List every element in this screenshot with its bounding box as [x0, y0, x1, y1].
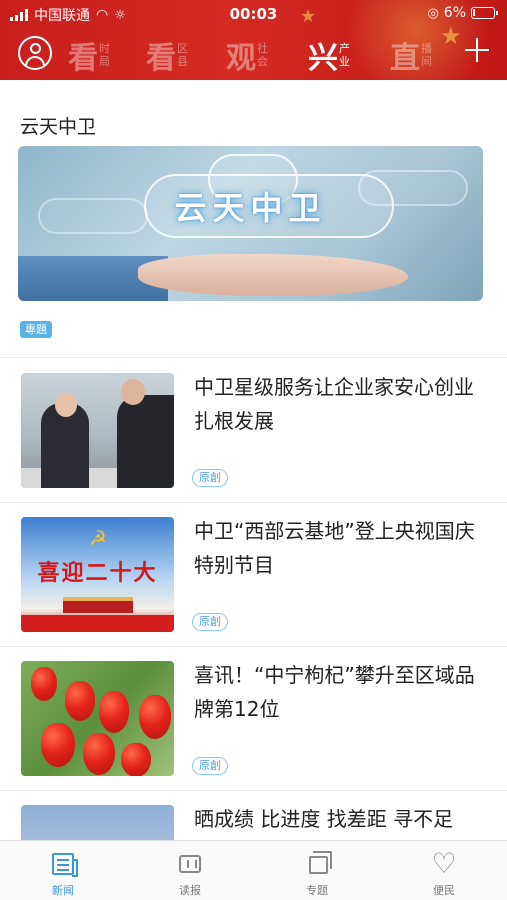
tab-main-char: 看 [146, 41, 176, 76]
heart-icon: ♡ [431, 847, 457, 880]
tab-industry[interactable]: 兴 产业 [308, 34, 350, 76]
tab-live[interactable]: 直 播间 [390, 34, 432, 76]
news-title: 中卫“西部云基地”登上央视国庆特别节目 [194, 519, 475, 577]
tab-sub-char: 间 [421, 55, 432, 68]
tab-main-char: 看 [68, 41, 98, 76]
news-title: 中卫星级服务让企业家安心创业扎根发展 [194, 375, 474, 433]
tab-sub-char: 区 [177, 42, 188, 55]
tab-look-districts[interactable]: 看 区县 [146, 34, 188, 76]
tab-main-char: 兴 [308, 41, 338, 76]
battery-percent: 6% [443, 5, 466, 21]
topic-badge: 專題 [20, 321, 52, 338]
bottom-tab-bar: 新闻 读报 专题 ♡ 便民 [0, 840, 507, 900]
news-list-item[interactable]: 晒成绩 比进度 找差距 寻不足 [0, 790, 507, 840]
battery-icon [471, 7, 498, 19]
status-bar: 中国联通 ◠ ☼ 00:03 ◎ 6% [0, 0, 507, 28]
user-profile-button[interactable] [18, 36, 52, 70]
tab-sub-char: 业 [339, 55, 350, 68]
news-thumbnail [21, 805, 174, 840]
tab-main-char: 观 [226, 41, 256, 76]
feature-banner[interactable]: 云天中卫 [18, 146, 483, 301]
tab-read-paper[interactable]: 读报 [127, 841, 253, 900]
topic-icon [309, 851, 332, 874]
section-title: 云天中卫 [20, 116, 97, 138]
tab-sub-char: 产 [339, 42, 350, 55]
tab-label: 新闻 [52, 884, 74, 897]
app-header: ★ ★ 中国联通 ◠ ☼ 00:03 ◎ 6% 看 时局 看 区县 观 社 会 … [0, 0, 507, 80]
tab-observe-society[interactable]: 观 社会 [226, 34, 268, 76]
newspaper-icon [179, 855, 201, 873]
tab-topics[interactable]: 专题 [254, 841, 380, 900]
tab-sub-char: 会 [257, 55, 268, 68]
tab-sub-char: 播 [421, 42, 432, 55]
news-title: 晒成绩 比进度 找差距 寻不足 [194, 807, 454, 831]
tab-sub-char: 县 [177, 55, 188, 68]
tab-sub-char: 社 [257, 42, 268, 55]
news-list-item[interactable]: 喜讯！“中宁枸杞”攀升至区域品牌第12位 原創 [0, 646, 507, 790]
tab-services[interactable]: ♡ 便民 [381, 841, 507, 900]
original-badge: 原創 [192, 757, 228, 775]
news-thumbnail: ☭ 喜迎二十大 [21, 517, 174, 632]
news-icon [52, 853, 78, 877]
tab-label: 专题 [306, 884, 328, 897]
tab-main-char: 直 [390, 41, 420, 76]
tab-look-current-affairs[interactable]: 看 时局 [68, 34, 110, 76]
news-title: 喜讯！“中宁枸杞”攀升至区域品牌第12位 [194, 663, 475, 721]
tab-sub-char: 局 [99, 55, 110, 68]
banner-title: 云天中卫 [174, 189, 327, 227]
add-channel-button[interactable] [465, 38, 489, 62]
news-thumbnail [21, 661, 174, 776]
news-list-item[interactable]: 中卫星级服务让企业家安心创业扎根发展 原創 [0, 358, 507, 502]
original-badge: 原創 [192, 613, 228, 631]
thumbnail-caption: 喜迎二十大 [37, 560, 158, 586]
tab-label: 读报 [179, 884, 201, 897]
news-thumbnail [21, 373, 174, 488]
channel-nav: 看 时局 看 区县 观 社会 兴 产业 直 播间 [0, 34, 507, 78]
original-badge: 原創 [192, 469, 228, 487]
tab-label: 便民 [433, 884, 455, 897]
user-icon [30, 43, 41, 54]
party-emblem-icon: ☭ [89, 526, 107, 550]
hand-illustration [138, 254, 408, 296]
tab-news[interactable]: 新闻 [0, 841, 126, 900]
tab-sub-char: 时 [99, 42, 110, 55]
news-list-item[interactable]: ☭ 喜迎二十大 中卫“西部云基地”登上央视国庆特别节目 原創 [0, 502, 507, 646]
orientation-lock-icon: ◎ [427, 5, 439, 21]
